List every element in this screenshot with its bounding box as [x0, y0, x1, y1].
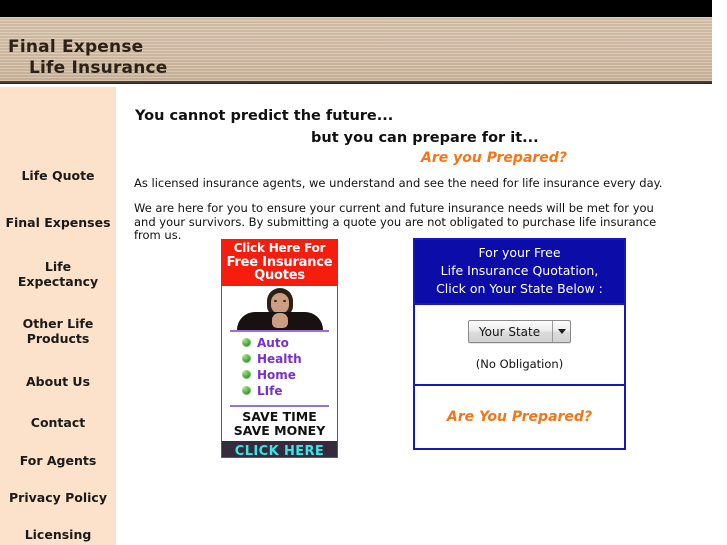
- tagline-line-2: but you can prepare for it...: [311, 130, 539, 146]
- are-you-prepared-text: Are You Prepared?: [446, 409, 593, 425]
- state-select-dropdown[interactable]: Your State: [467, 320, 572, 343]
- sidebar-item-life-expectancy[interactable]: Life Expectancy: [0, 259, 116, 289]
- photo-face-shape: [270, 292, 289, 314]
- ad-list-item-life[interactable]: LIfe: [242, 385, 337, 397]
- ad-save-text: SAVE TIME SAVE MONEY: [222, 408, 337, 441]
- caret-shape: [557, 329, 566, 334]
- photo-hands-shape: [271, 312, 288, 328]
- tagline-line-3-accent: Are you Prepared?: [421, 150, 567, 166]
- site-header-banner: Final Expense Life Insurance: [0, 17, 712, 84]
- ad-list-label: LIfe: [257, 383, 283, 398]
- page-root: Final Expense Life Insurance Life Quote …: [0, 0, 727, 545]
- ad-divider-top: [230, 329, 329, 332]
- ad-headline-line-2: Free Insurance: [226, 254, 333, 270]
- sidebar-item-about-us[interactable]: About Us: [0, 374, 116, 389]
- sidebar-item-licensing[interactable]: Licensing: [0, 527, 116, 542]
- ad-list-item-home[interactable]: Home: [242, 369, 337, 381]
- ad-headline: Click Here For Free Insurance Quotes: [222, 240, 337, 286]
- sidebar-item-for-agents[interactable]: For Agents: [0, 453, 116, 468]
- quotation-heading-line-2: Life Insurance Quotation,: [440, 263, 599, 278]
- green-bullet-icon: [242, 386, 251, 395]
- sidebar-item-other-life-products[interactable]: Other Life Products: [0, 316, 116, 346]
- ad-list-item-auto[interactable]: Auto: [242, 337, 337, 349]
- ad-list-label: Health: [257, 351, 302, 366]
- ad-list-item-health[interactable]: Health: [242, 353, 337, 365]
- quotation-heading-line-3: Click on Your State Below :: [436, 281, 603, 296]
- sidebar-item-contact[interactable]: Contact: [0, 415, 116, 430]
- ad-headline-line-3: Quotes: [254, 268, 305, 283]
- top-black-bar: [0, 0, 712, 17]
- site-title-line-2: Life Insurance: [29, 58, 168, 78]
- photo-right-eye: [282, 299, 286, 302]
- quotation-box-heading: For your Free Life Insurance Quotation, …: [415, 240, 624, 303]
- sidebar-item-life-quote[interactable]: Life Quote: [0, 168, 116, 183]
- sidebar-item-final-expenses[interactable]: Final Expenses: [0, 215, 116, 230]
- ad-save-line-2: SAVE MONEY: [233, 422, 326, 438]
- chevron-down-icon[interactable]: [552, 321, 570, 342]
- tagline-line-1: You cannot predict the future...: [135, 108, 394, 124]
- green-bullet-icon: [242, 338, 251, 347]
- photo-left-eye: [273, 299, 277, 302]
- state-select-value: Your State: [478, 324, 541, 339]
- main-content: You cannot predict the future... but you…: [116, 87, 727, 545]
- intro-paragraph-2: We are here for you to ensure your curre…: [134, 201, 657, 242]
- sidebar-item-privacy-policy[interactable]: Privacy Policy: [0, 490, 116, 505]
- ad-list-label: Auto: [257, 335, 289, 350]
- green-bullet-icon: [242, 354, 251, 363]
- free-insurance-quotes-ad[interactable]: Click Here For Free Insurance Quotes Aut…: [221, 239, 338, 458]
- quotation-heading-line-1: For your Free: [478, 245, 561, 260]
- sidebar-nav: Life Quote Final Expenses Life Expectanc…: [0, 87, 116, 545]
- ad-save-line-1: SAVE TIME: [242, 408, 317, 424]
- ad-headline-line-1: Click Here For: [233, 241, 326, 255]
- ad-product-list: Auto Health Home LIfe: [222, 333, 337, 404]
- quotation-box-footer: Are You Prepared?: [415, 386, 624, 448]
- ad-click-here-button[interactable]: CLICK HERE: [222, 440, 337, 457]
- green-bullet-icon: [242, 370, 251, 379]
- site-title-line-1: Final Expense: [8, 37, 144, 57]
- ad-woman-photo: [222, 285, 337, 333]
- intro-paragraph-1: As licensed insurance agents, we underst…: [134, 176, 663, 190]
- no-obligation-note: (No Obligation): [475, 357, 564, 371]
- ad-list-label: Home: [257, 367, 296, 382]
- quotation-box-body: Your State (No Obligation): [415, 303, 624, 386]
- ad-divider-bottom: [230, 404, 329, 407]
- state-quotation-box: For your Free Life Insurance Quotation, …: [413, 238, 626, 450]
